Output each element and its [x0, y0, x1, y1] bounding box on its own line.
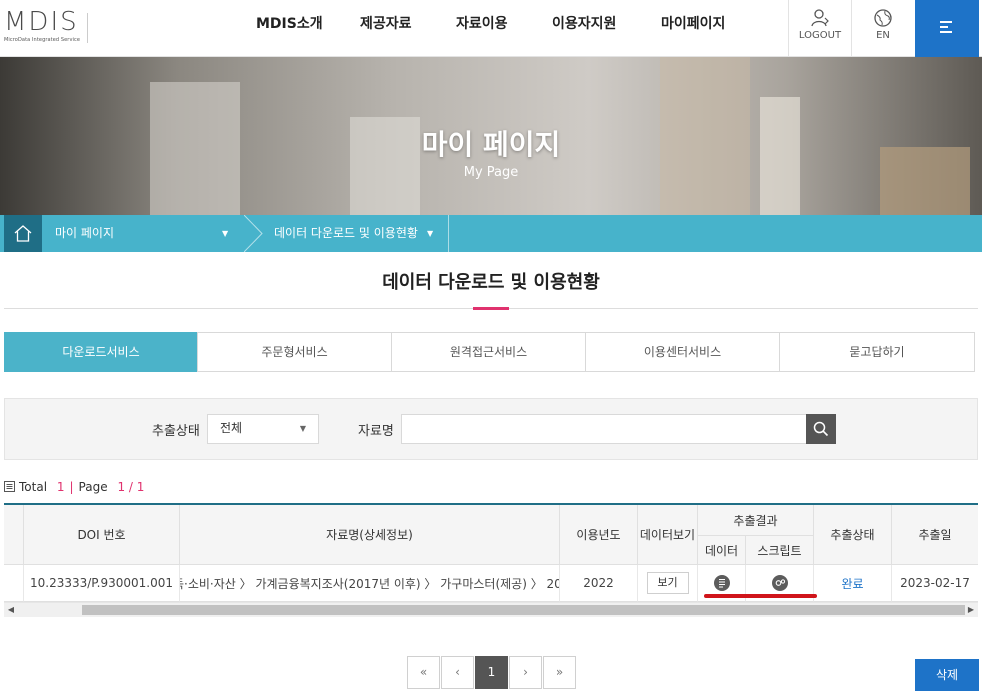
last-page-button[interactable]: »: [543, 656, 576, 689]
header-result-data: 데이터: [698, 536, 746, 565]
year-cell: 2022: [560, 565, 638, 602]
breadcrumb: [0, 215, 982, 252]
status-done-link[interactable]: 완료: [841, 575, 863, 592]
current-page-button[interactable]: 1: [475, 656, 508, 689]
table-row: 10.23333/P.930001.001 소득·소비·자산 〉 가계금융복지조…: [4, 565, 978, 602]
header-data-name: 자료명(상세정보): [180, 505, 560, 565]
home-icon: [14, 225, 32, 242]
table-header-spacer: [4, 505, 24, 565]
logout-button[interactable]: LOGOUT: [788, 0, 851, 57]
header-result-script: 스크립트: [746, 536, 814, 565]
breadcrumb-divider: [448, 215, 449, 252]
status-filter-label: 추출상태: [152, 424, 200, 439]
tab-remote-access-service[interactable]: 원격접근서비스: [391, 332, 586, 372]
scroll-right-icon[interactable]: ▶: [965, 603, 977, 617]
delete-button[interactable]: 삭제: [915, 659, 979, 691]
mdis-logo[interactable]: MDIS MicroData Integrated Service: [4, 8, 94, 48]
menu-icon-line: [940, 21, 952, 23]
breadcrumb-level2[interactable]: 데이터 다운로드 및 이용현황: [274, 215, 418, 252]
date-cell: 2023-02-17: [892, 565, 978, 602]
menu-icon-line: [940, 31, 952, 33]
total-label: Total: [19, 480, 48, 494]
scrollbar-thumb[interactable]: [82, 605, 965, 615]
header-status: 추출상태: [814, 505, 892, 565]
nav-item-provided-data[interactable]: 제공자료: [360, 0, 412, 56]
hero-title: 마이 페이지: [421, 128, 561, 161]
breadcrumb-home-button[interactable]: [4, 215, 42, 252]
user-icon: [811, 9, 829, 27]
breadcrumb-separator: [244, 215, 263, 252]
page-indicator: 1 / 1: [117, 480, 145, 494]
search-button[interactable]: [806, 414, 836, 444]
row-spacer-cell: [4, 565, 24, 602]
scroll-left-icon[interactable]: ◀: [5, 603, 17, 617]
list-icon: [4, 481, 15, 492]
status-select[interactable]: 전체 ▼: [207, 414, 319, 444]
header-doi: DOI 번호: [24, 505, 180, 565]
data-name-label: 자료명: [358, 424, 394, 439]
header-year: 이용년도: [560, 505, 638, 565]
tab-usage-center-service[interactable]: 이용센터서비스: [585, 332, 780, 372]
header-data-view: 데이터보기: [638, 505, 698, 565]
logo-text: MDIS: [4, 7, 79, 37]
globe-icon: [874, 9, 892, 27]
title-accent-bar: [473, 307, 509, 310]
data-name-cell[interactable]: 소득·소비·자산 〉 가계금융복지조사(2017년 이후) 〉 가구마스터(제공…: [180, 565, 560, 602]
next-page-button[interactable]: ›: [509, 656, 542, 689]
doi-cell: 10.23333/P.930001.001: [24, 565, 180, 602]
page-label: Page: [78, 480, 108, 494]
script-icon[interactable]: [771, 575, 788, 591]
tab-order-service[interactable]: 주문형서비스: [197, 332, 392, 372]
total-count: 1: [56, 480, 65, 494]
header-extraction-result: 추출결과: [698, 505, 814, 536]
prev-page-button[interactable]: ‹: [441, 656, 474, 689]
language-button[interactable]: EN: [851, 0, 914, 57]
nav-item-support[interactable]: 이용자지원: [552, 0, 616, 56]
result-summary: Total 1 | Page 1 / 1: [4, 480, 144, 494]
menu-icon-line: [940, 26, 948, 28]
view-data-button[interactable]: 보기: [646, 572, 689, 594]
status-select-value: 전체: [220, 421, 243, 435]
highlight-annotation: [704, 594, 817, 598]
tab-download-service[interactable]: 다운로드서비스: [4, 332, 198, 372]
status-cell: 완료: [814, 565, 892, 602]
search-icon: [813, 421, 829, 437]
hamburger-menu-button[interactable]: [915, 0, 979, 57]
tab-qna[interactable]: 묻고답하기: [779, 332, 975, 372]
chevron-down-icon[interactable]: ▼: [222, 215, 228, 252]
header-date: 추출일: [892, 505, 978, 565]
language-label: EN: [876, 30, 890, 41]
document-icon[interactable]: [713, 575, 730, 591]
first-page-button[interactable]: «: [407, 656, 440, 689]
hero-subtitle: My Page: [463, 165, 519, 180]
logout-label: LOGOUT: [798, 30, 842, 41]
logo-divider: [87, 13, 88, 43]
data-name-input[interactable]: [401, 414, 807, 444]
nav-item-mypage[interactable]: 마이페이지: [661, 0, 725, 56]
page-title: 데이터 다운로드 및 이용현황: [382, 272, 600, 293]
nav-item-data-use[interactable]: 자료이용: [456, 0, 508, 56]
view-cell: 보기: [638, 565, 698, 602]
nav-item-about[interactable]: MDIS소개: [256, 0, 323, 56]
chevron-down-icon: ▼: [299, 424, 306, 433]
breadcrumb-level1[interactable]: 마이 페이지: [55, 215, 114, 252]
logo-subtitle: MicroData Integrated Service: [4, 37, 81, 43]
chevron-down-icon[interactable]: ▼: [427, 215, 433, 252]
